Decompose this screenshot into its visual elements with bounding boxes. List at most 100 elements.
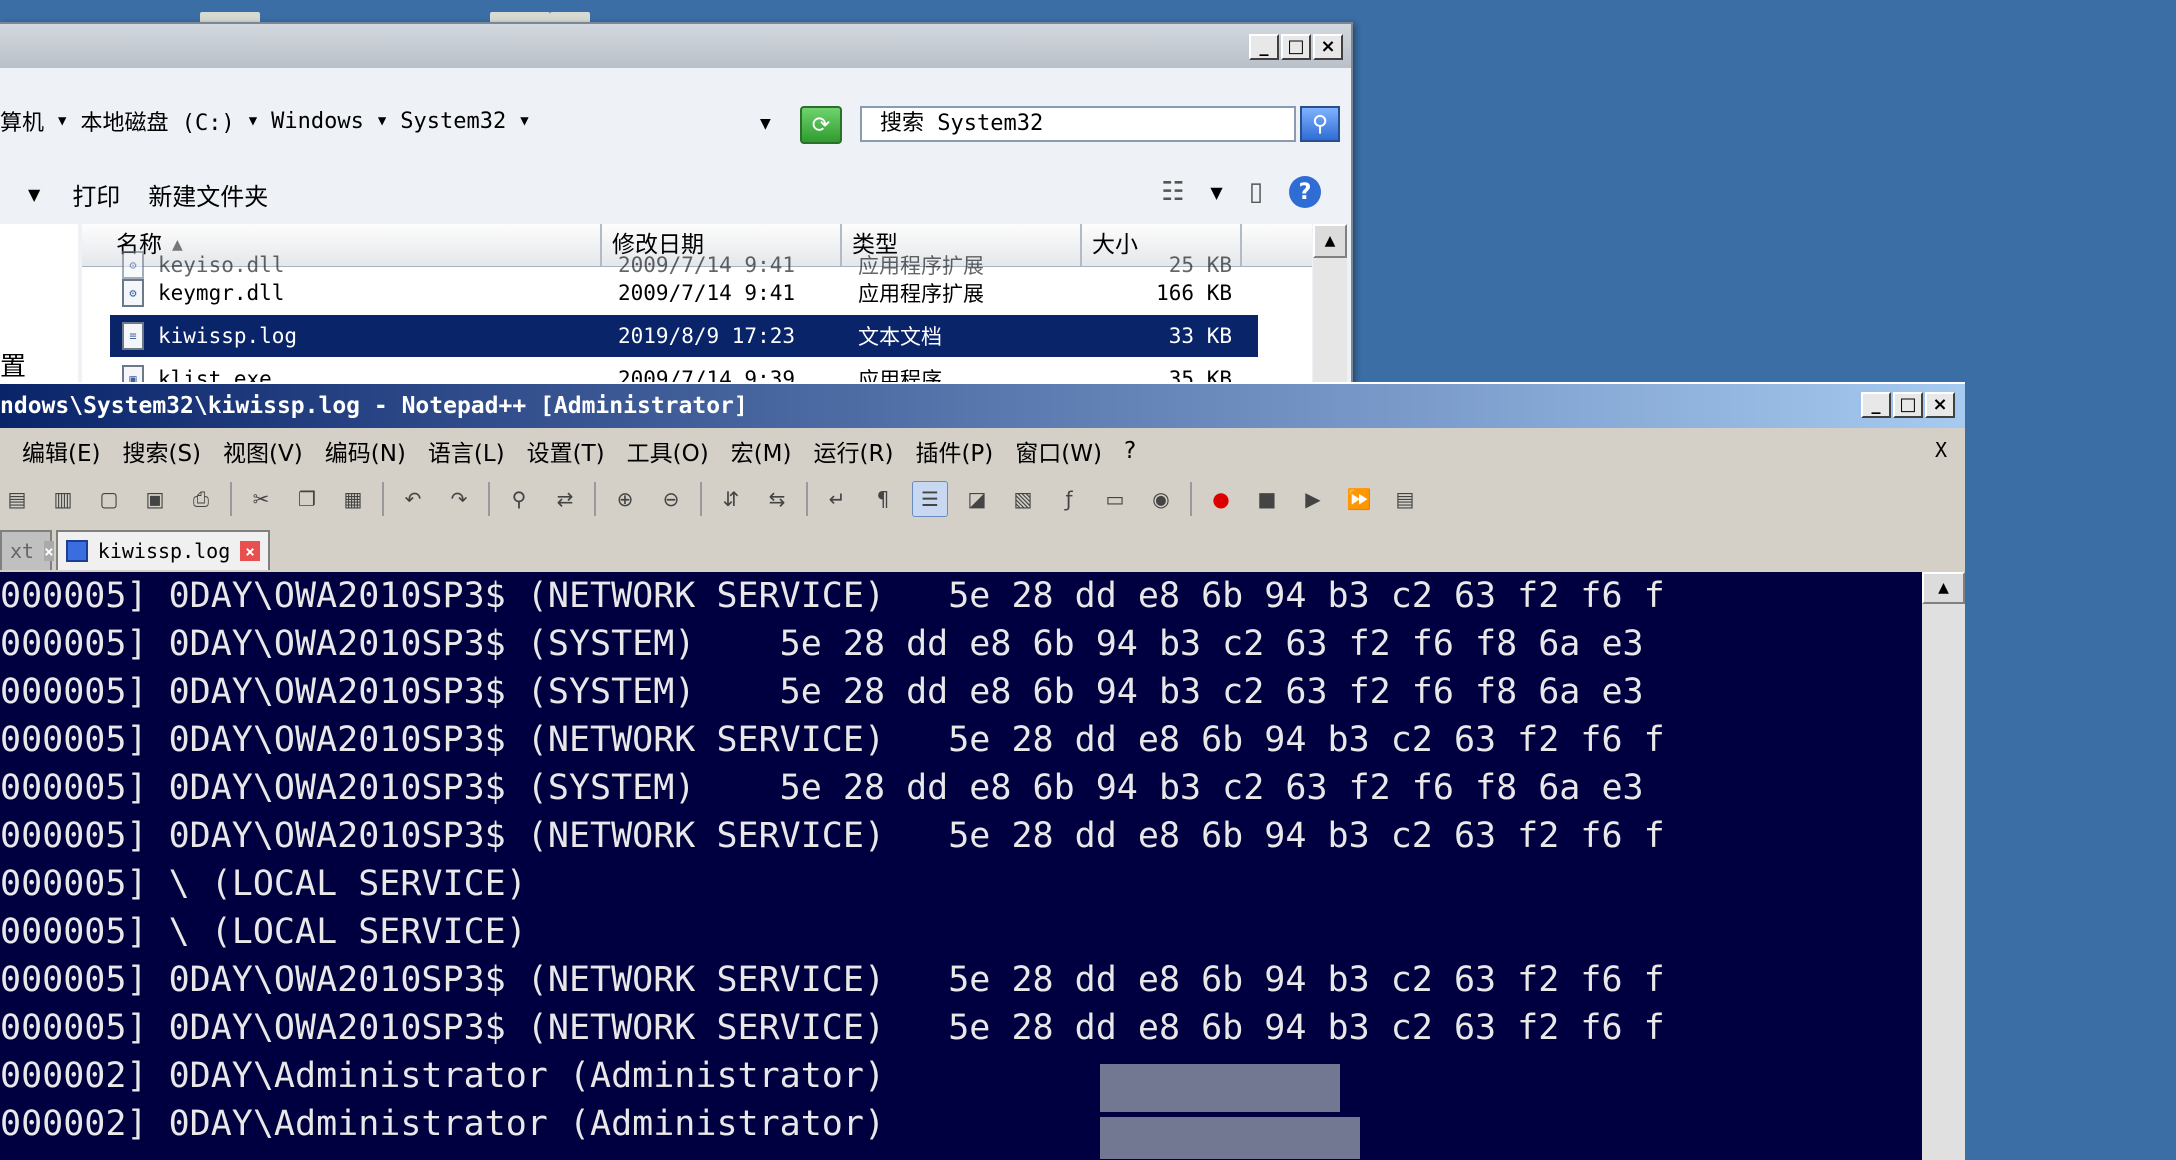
breadcrumb-local-disk[interactable]: 本地磁盘 (C:) (80, 105, 234, 137)
close-icon[interactable]: × (44, 541, 54, 561)
monitoring-icon[interactable]: ◉ (1144, 482, 1178, 516)
close-icon[interactable]: × (240, 541, 260, 561)
menu-encoding[interactable]: 编码(N) (325, 434, 406, 468)
tab-kiwissp-log[interactable]: kiwissp.log × (56, 530, 270, 570)
function-list-icon[interactable]: ƒ (1052, 482, 1086, 516)
file-list-scrollbar[interactable]: ▲ (1313, 224, 1347, 394)
replace-icon[interactable]: ⇄ (548, 482, 582, 516)
search-icon[interactable]: ⚲ (1300, 106, 1340, 142)
zoom-out-icon[interactable]: ⊖ (654, 482, 688, 516)
print-button[interactable]: 打印 (72, 177, 120, 212)
save-macro-icon[interactable]: ▤ (1388, 482, 1422, 516)
chevron-down-icon[interactable]: ▼ (520, 113, 528, 129)
chevron-down-icon[interactable]: ▼ (249, 113, 257, 129)
menu-window[interactable]: 窗口(W) (1015, 434, 1102, 468)
minimize-button[interactable]: _ (1249, 34, 1279, 60)
breadcrumb-computer[interactable]: 算机 (0, 105, 44, 137)
menu-view[interactable]: 视图(V) (223, 434, 303, 468)
toolbar: ▤ ▥ ▢ ▣ ⎙ ✂ ❐ ▦ ↶ ↷ ⚲ ⇄ ⊕ ⊖ ⇵ ⇆ ↵ ¶ ☰ ◪ … (0, 474, 1965, 524)
copy-icon[interactable]: ❐ (290, 482, 324, 516)
explorer-titlebar[interactable]: _ □ × (0, 24, 1351, 68)
menu-settings[interactable]: 设置(T) (527, 434, 605, 468)
save-all-icon[interactable]: ▥ (46, 482, 80, 516)
search-input[interactable]: 搜索 System32 (860, 106, 1296, 142)
redaction-blur (1100, 1117, 1360, 1159)
new-folder-button[interactable]: 新建文件夹 (148, 177, 268, 212)
word-wrap-icon[interactable]: ↵ (820, 482, 854, 516)
toolbar-separator (1190, 482, 1192, 516)
run-macro-multiple-icon[interactable]: ⏩ (1342, 482, 1376, 516)
view-options-icon[interactable]: ☷ (1161, 177, 1184, 207)
breadcrumb-system32[interactable]: System32 (400, 109, 506, 134)
organize-dropdown-icon[interactable]: ▼ (28, 185, 40, 204)
file-list: 名称 ▲ 修改日期 类型 大小 ⚙ keyiso.dll 2009/7/14 9:… (82, 224, 1312, 394)
close-button[interactable]: × (1925, 392, 1955, 418)
minimize-button[interactable]: _ (1861, 392, 1891, 418)
close-file-icon[interactable]: ▢ (92, 482, 126, 516)
paste-icon[interactable]: ▦ (336, 482, 370, 516)
menu-tools[interactable]: 工具(O) (627, 434, 709, 468)
text-file-icon: ≡ (122, 322, 144, 350)
menu-run[interactable]: 运行(R) (814, 434, 894, 468)
breadcrumb-windows[interactable]: Windows (271, 109, 364, 134)
navigation-pane[interactable]: 置 (0, 224, 78, 394)
log-line: 000005] 0DAY\OWA2010SP3$ (NETWORK SERVIC… (0, 1008, 1665, 1048)
toolbar-separator (230, 482, 232, 516)
file-row-selected[interactable]: ≡ kiwissp.log 2019/8/9 17:23 文本文档 33 KB (110, 315, 1258, 357)
zoom-in-icon[interactable]: ⊕ (608, 482, 642, 516)
help-icon[interactable]: ? (1289, 176, 1321, 208)
scroll-up-icon[interactable]: ▲ (1313, 224, 1347, 258)
close-button[interactable]: × (1313, 34, 1343, 60)
indent-guide-icon[interactable]: ☰ (912, 481, 948, 517)
sync-horizontal-icon[interactable]: ⇆ (760, 482, 794, 516)
save-icon[interactable]: ▤ (0, 482, 34, 516)
chevron-down-icon[interactable]: ▼ (378, 113, 386, 129)
menu-help[interactable]: ? (1124, 438, 1136, 464)
close-all-icon[interactable]: ▣ (138, 482, 172, 516)
file-name: kiwissp.log (158, 324, 298, 348)
editor-area[interactable]: 000005] 0DAY\OWA2010SP3$ (NETWORK SERVIC… (0, 572, 1922, 1160)
view-dropdown-icon[interactable]: ▼ (1210, 183, 1222, 202)
nav-item-label[interactable]: 置 (0, 346, 26, 383)
menu-edit[interactable]: 编辑(E) (22, 434, 100, 468)
log-line: 000002] 0DAY\Administrator (Administrato… (0, 1056, 886, 1096)
toolbar-separator (700, 482, 702, 516)
refresh-button[interactable]: ⟳ (800, 106, 842, 144)
undo-icon[interactable]: ↶ (396, 482, 430, 516)
explorer-window: _ □ × 算机 ▼ 本地磁盘 (C:) ▼ Windows ▼ System3… (0, 22, 1353, 396)
cut-icon[interactable]: ✂ (244, 482, 278, 516)
chevron-down-icon[interactable]: ▼ (58, 113, 66, 129)
show-all-chars-icon[interactable]: ¶ (866, 482, 900, 516)
tab-previous[interactable]: xt × (0, 530, 54, 570)
notepad-titlebar[interactable]: ndows\System32\kiwissp.log - Notepad++ [… (0, 384, 1965, 428)
sync-vertical-icon[interactable]: ⇵ (714, 482, 748, 516)
record-macro-icon[interactable]: ● (1204, 482, 1238, 516)
redo-icon[interactable]: ↷ (442, 482, 476, 516)
maximize-button[interactable]: □ (1281, 34, 1311, 60)
close-document-button[interactable]: X (1935, 438, 1947, 462)
redaction-blur (1100, 1064, 1340, 1112)
menu-search[interactable]: 搜索(S) (122, 434, 201, 468)
dll-file-icon: ⚙ (122, 279, 144, 307)
file-type: 应用程序扩展 (858, 282, 984, 306)
maximize-button[interactable]: □ (1893, 392, 1923, 418)
file-row[interactable]: ⚙ keymgr.dll 2009/7/14 9:41 应用程序扩展 166 KB (110, 272, 1258, 314)
find-icon[interactable]: ⚲ (502, 482, 536, 516)
notepad-window-controls: _ □ × (1861, 392, 1955, 418)
preview-pane-icon[interactable]: ▯ (1249, 177, 1263, 207)
play-macro-icon[interactable]: ▶ (1296, 482, 1330, 516)
menu-macro[interactable]: 宏(M) (731, 434, 792, 468)
stop-macro-icon[interactable]: ■ (1250, 482, 1284, 516)
file-type: 文本文档 (858, 325, 942, 349)
print-icon[interactable]: ⎙ (184, 482, 218, 516)
folder-workspace-icon[interactable]: ▭ (1098, 482, 1132, 516)
udl-icon[interactable]: ◪ (960, 482, 994, 516)
menu-language[interactable]: 语言(L) (428, 434, 505, 468)
menu-plugins[interactable]: 插件(P) (915, 434, 993, 468)
breadcrumb[interactable]: 算机 ▼ 本地磁盘 (C:) ▼ Windows ▼ System32 ▼ (0, 102, 770, 140)
editor-scrollbar[interactable]: ▲ (1922, 572, 1965, 1160)
doc-map-icon[interactable]: ▧ (1006, 482, 1040, 516)
address-history-dropdown-icon[interactable]: ▼ (760, 116, 771, 132)
scroll-up-icon[interactable]: ▲ (1922, 572, 1965, 604)
file-date: 2009/7/14 9:41 (618, 281, 796, 305)
